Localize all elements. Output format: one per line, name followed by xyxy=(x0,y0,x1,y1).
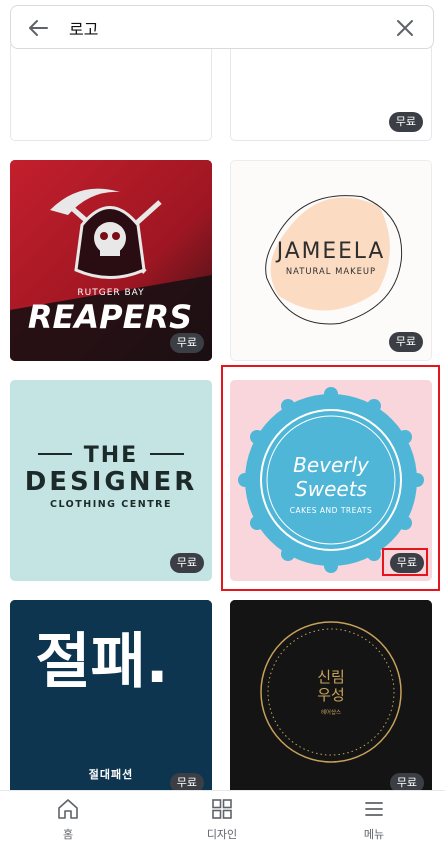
jeolpae-tagline: 절대패션 xyxy=(89,767,133,781)
nav-menu-label: 메뉴 xyxy=(363,828,385,841)
designer-brand: DESIGNER xyxy=(25,467,198,497)
close-icon[interactable] xyxy=(395,18,415,38)
beverly-tagline: CAKES AND TREATS xyxy=(290,506,373,515)
designer-logo-thumbnail: THE DESIGNER CLOTHING CENTRE xyxy=(10,380,212,581)
nav-design-label: 디자인 xyxy=(206,828,238,841)
designer-tagline: CLOTHING CENTRE xyxy=(50,499,172,510)
sinrim-logo-thumbnail: 신림 우성 헤어샵스 xyxy=(230,600,432,790)
page: 무료 무료 xyxy=(0,0,445,846)
search-bar xyxy=(10,5,434,49)
free-badge: 무료 xyxy=(169,333,204,353)
template-card-designer[interactable]: THE DESIGNER CLOTHING CENTRE 무료 xyxy=(10,380,212,581)
grid-icon xyxy=(212,799,232,819)
reapers-text: RUTGER BAY REAPERS xyxy=(28,288,192,336)
search-input[interactable] xyxy=(69,14,369,42)
template-card-reapers[interactable]: RUTGER BAY REAPERS 무료 xyxy=(10,160,212,361)
free-badge: 무료 xyxy=(169,773,204,790)
jeolpae-logo-thumbnail: 절패. 절대패션 xyxy=(10,600,212,790)
free-badge: 무료 xyxy=(388,112,423,132)
free-badge: 무료 xyxy=(389,773,424,790)
free-badge: 무료 xyxy=(169,553,204,573)
sinrim-tagline: 헤어샵스 xyxy=(321,708,341,716)
back-arrow-icon[interactable] xyxy=(27,17,49,39)
reapers-brand-top: RUTGER BAY xyxy=(77,288,144,298)
nav-design[interactable]: 디자인 xyxy=(162,797,282,843)
designer-brand-top: THE xyxy=(84,443,138,468)
template-card-beverly-sweets[interactable]: Beverly Sweets CAKES AND TREATS 무료 xyxy=(230,380,432,581)
template-card-sinrim[interactable]: 신림 우성 헤어샵스 무료 xyxy=(230,600,432,790)
template-card[interactable]: 무료 xyxy=(230,40,432,141)
sinrim-brand-line1: 신림 xyxy=(317,668,345,686)
template-card-jeolpae[interactable]: 절패. 절대패션 무료 xyxy=(10,600,212,790)
template-card[interactable]: 무료 xyxy=(10,40,212,141)
free-badge: 무료 xyxy=(388,332,423,352)
template-grid: 무료 무료 xyxy=(0,0,445,790)
free-badge: 무료 xyxy=(389,553,424,573)
sinrim-brand-line2: 우성 xyxy=(317,686,345,704)
menu-icon xyxy=(365,802,383,816)
beverly-logo-thumbnail: Beverly Sweets CAKES AND TREATS xyxy=(230,380,432,581)
nav-menu[interactable]: 메뉴 xyxy=(314,797,434,843)
nav-home-label: 홈 xyxy=(62,828,74,841)
jameela-tagline: NATURAL MAKEUP xyxy=(286,266,376,276)
bottom-navigation: 홈 디자인 메뉴 xyxy=(0,790,445,846)
reapers-brand: REAPERS xyxy=(28,298,192,336)
jameela-logo-thumbnail: JAMEELA NATURAL MAKEUP xyxy=(265,195,403,325)
beverly-brand-line1: Beverly xyxy=(293,453,370,477)
home-icon xyxy=(58,799,78,819)
nav-home[interactable]: 홈 xyxy=(8,797,128,843)
template-card-jameela[interactable]: JAMEELA NATURAL MAKEUP 무료 xyxy=(230,160,432,361)
jeolpae-brand: 절패. xyxy=(35,627,168,697)
beverly-brand-line2: Sweets xyxy=(295,477,367,501)
jameela-brand: JAMEELA xyxy=(275,239,386,264)
